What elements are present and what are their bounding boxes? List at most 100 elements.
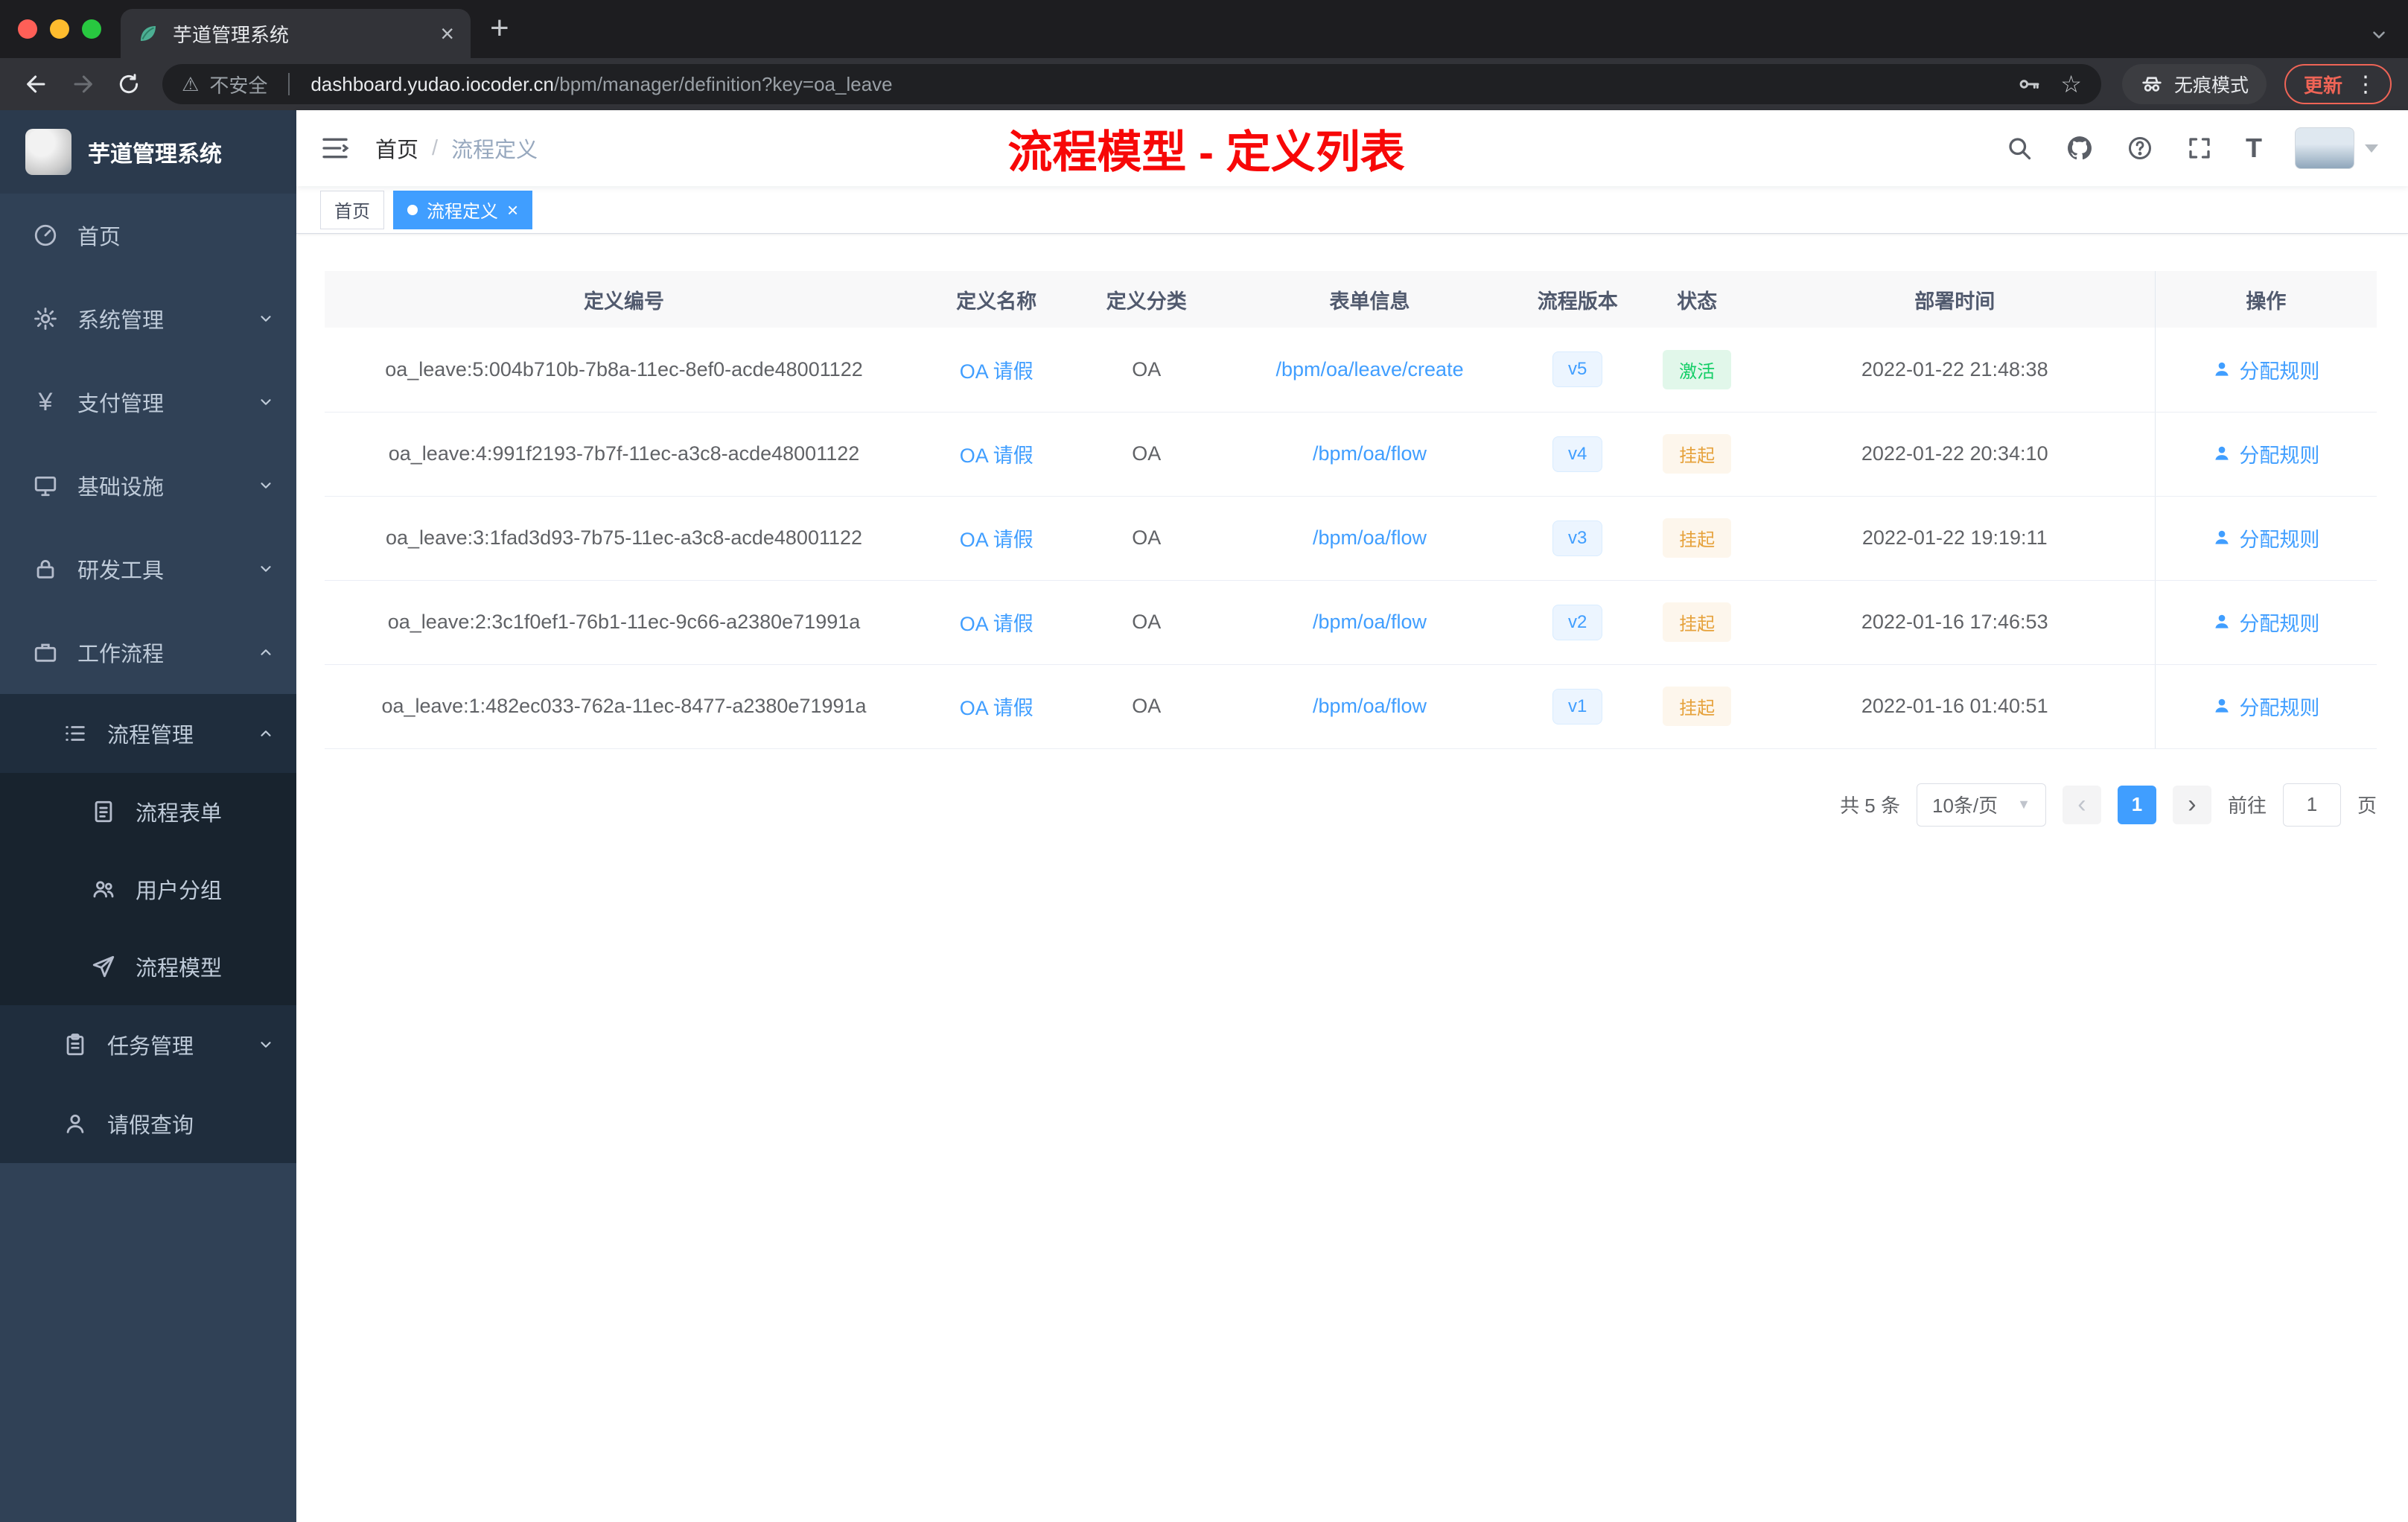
app-title: 芋道管理系统: [88, 142, 222, 167]
form-link[interactable]: /bpm/oa/flow: [1313, 442, 1427, 465]
tab-close-icon[interactable]: ×: [440, 22, 454, 45]
category-cell: OA: [1069, 664, 1224, 749]
tab-search-chevron-icon[interactable]: [2369, 25, 2389, 45]
paper-plane-icon: [92, 955, 115, 978]
close-window-button[interactable]: [18, 19, 37, 39]
sidebar-item-workflow[interactable]: 工作流程: [0, 611, 296, 694]
incognito-badge: 无痕模式: [2121, 64, 2267, 104]
sidebar-item-process-form[interactable]: 流程表单: [0, 773, 296, 850]
assign-rule-label: 分配规则: [2239, 444, 2320, 467]
col-definition-id: 定义编号: [325, 271, 924, 328]
minimize-window-button[interactable]: [50, 19, 69, 39]
sidebar-item-label: 请假查询: [107, 1114, 194, 1138]
assign-rule-link[interactable]: 分配规则: [2212, 523, 2319, 553]
main-panel: 首页 / 流程定义 流程模型 - 定义列表 T 首页 流程定义 × 定义编号 定…: [296, 110, 2408, 1522]
sidebar-item-user-groups[interactable]: 用户分组: [0, 850, 296, 928]
browser-tab[interactable]: 芋道管理系统 ×: [121, 9, 471, 58]
version-badge: v5: [1552, 351, 1603, 388]
form-link[interactable]: /bpm/oa/flow: [1313, 526, 1427, 549]
table-row: oa_leave:3:1fad3d93-7b75-11ec-a3c8-acde4…: [325, 496, 2377, 581]
new-tab-button[interactable]: +: [490, 6, 509, 51]
navbar-actions: T: [2006, 127, 2378, 169]
definition-name-link[interactable]: OA 请假: [960, 529, 1033, 551]
list-icon: [66, 726, 85, 741]
active-tag-dot: [407, 204, 418, 215]
sidebar-collapse-icon[interactable]: [320, 133, 350, 163]
tag-process-definition[interactable]: 流程定义 ×: [393, 190, 533, 229]
sidebar-item-leave-query[interactable]: 请假查询: [0, 1084, 296, 1163]
assign-rule-link[interactable]: 分配规则: [2212, 692, 2319, 721]
sidebar-item-dev-tools[interactable]: 研发工具: [0, 527, 296, 611]
browser-menu-kebab-icon[interactable]: ⋮: [2354, 71, 2377, 98]
assign-rule-link[interactable]: 分配规则: [2212, 608, 2319, 637]
browser-update-button[interactable]: 更新 ⋮: [2284, 64, 2392, 104]
users-icon: [93, 881, 114, 898]
dashboard-icon: [34, 224, 57, 246]
incognito-icon: [2142, 77, 2162, 92]
sidebar-item-payment-management[interactable]: ¥ 支付管理: [0, 360, 296, 444]
page-size-select[interactable]: 10条/页 ▼: [1916, 783, 2046, 827]
definition-name-link[interactable]: OA 请假: [960, 445, 1033, 467]
prev-page-button[interactable]: ‹: [2062, 785, 2101, 824]
sidebar-item-label: 基础设施: [77, 476, 165, 500]
definition-id-cell: oa_leave:3:1fad3d93-7b75-11ec-a3c8-acde4…: [325, 496, 924, 581]
url-path: /bpm/manager/definition?key=oa_leave: [554, 72, 893, 95]
clipboard-icon: [66, 1034, 84, 1056]
tag-home[interactable]: 首页: [320, 190, 384, 229]
avatar-caret-icon: [2365, 144, 2378, 153]
update-label[interactable]: 更新: [2304, 71, 2342, 98]
sidebar-item-task-management[interactable]: 任务管理: [0, 1005, 296, 1084]
assignee-icon: [2215, 362, 2229, 376]
breadcrumb-home[interactable]: 首页: [375, 133, 418, 164]
goto-page-input[interactable]: [2282, 783, 2341, 827]
bookmark-star-icon[interactable]: ☆: [2060, 70, 2082, 98]
chevron-down-icon: [258, 1037, 274, 1053]
user-avatar[interactable]: [2295, 127, 2378, 169]
sidebar-item-process-model[interactable]: 流程模型: [0, 928, 296, 1005]
github-icon[interactable]: [2065, 134, 2094, 162]
table-row: oa_leave:5:004b710b-7b8a-11ec-8ef0-acde4…: [325, 328, 2377, 413]
help-icon[interactable]: [2127, 135, 2153, 162]
sidebar-item-home[interactable]: 首页: [0, 194, 296, 277]
definition-table: 定义编号 定义名称 定义分类 表单信息 流程版本 状态 部署时间 操作 oa_l…: [325, 271, 2377, 749]
sidebar-item-process-management[interactable]: 流程管理: [0, 694, 296, 773]
assignee-icon: [2215, 615, 2229, 628]
definition-name-link[interactable]: OA 请假: [960, 360, 1033, 383]
form-link[interactable]: /bpm/oa/leave/create: [1275, 358, 1463, 380]
address-bar[interactable]: ⚠ 不安全 dashboard.yudao.iocoder.cn/bpm/man…: [162, 64, 2101, 104]
table-row: oa_leave:1:482ec033-762a-11ec-8477-a2380…: [325, 664, 2377, 749]
password-key-icon[interactable]: [2017, 72, 2041, 96]
sidebar-item-label: 研发工具: [77, 559, 165, 583]
next-page-button[interactable]: ›: [2172, 785, 2211, 824]
sidebar-item-infrastructure[interactable]: 基础设施: [0, 444, 296, 527]
definition-name-link[interactable]: OA 请假: [960, 613, 1033, 635]
reload-button[interactable]: [109, 64, 149, 104]
pagination: 共 5 条 10条/页 ▼ ‹ 1 › 前往 页: [325, 783, 2377, 827]
select-caret-icon: ▼: [2017, 797, 2030, 812]
assignee-icon: [2215, 699, 2229, 713]
page-number-button[interactable]: 1: [2117, 785, 2156, 824]
search-icon[interactable]: [2006, 135, 2033, 162]
form-link[interactable]: /bpm/oa/flow: [1313, 695, 1427, 717]
fullscreen-icon[interactable]: [2186, 135, 2213, 162]
window-controls: [0, 0, 121, 58]
form-link[interactable]: /bpm/oa/flow: [1313, 611, 1427, 633]
url-text[interactable]: dashboard.yudao.iocoder.cn/bpm/manager/d…: [310, 73, 892, 96]
breadcrumb: 首页 / 流程定义: [375, 133, 538, 164]
top-navbar: 首页 / 流程定义 流程模型 - 定义列表 T: [296, 110, 2408, 186]
col-status: 状态: [1639, 271, 1755, 328]
tag-label: 流程定义: [427, 202, 498, 222]
tag-close-icon[interactable]: ×: [507, 200, 518, 220]
assign-rule-link[interactable]: 分配规则: [2212, 439, 2319, 468]
security-label[interactable]: 不安全: [209, 71, 267, 98]
font-size-icon[interactable]: T: [2246, 133, 2262, 164]
back-button[interactable]: [16, 64, 57, 104]
tag-label: 首页: [334, 202, 370, 222]
maximize-window-button[interactable]: [82, 19, 101, 39]
sidebar-item-system-management[interactable]: 系统管理: [0, 277, 296, 360]
assign-rule-link[interactable]: 分配规则: [2212, 355, 2319, 384]
definition-name-link[interactable]: OA 请假: [960, 697, 1033, 719]
sidebar-item-label: 流程模型: [136, 957, 223, 981]
deploy-time-cell: 2022-01-22 20:34:10: [1754, 412, 2156, 497]
forward-button[interactable]: [63, 64, 103, 104]
